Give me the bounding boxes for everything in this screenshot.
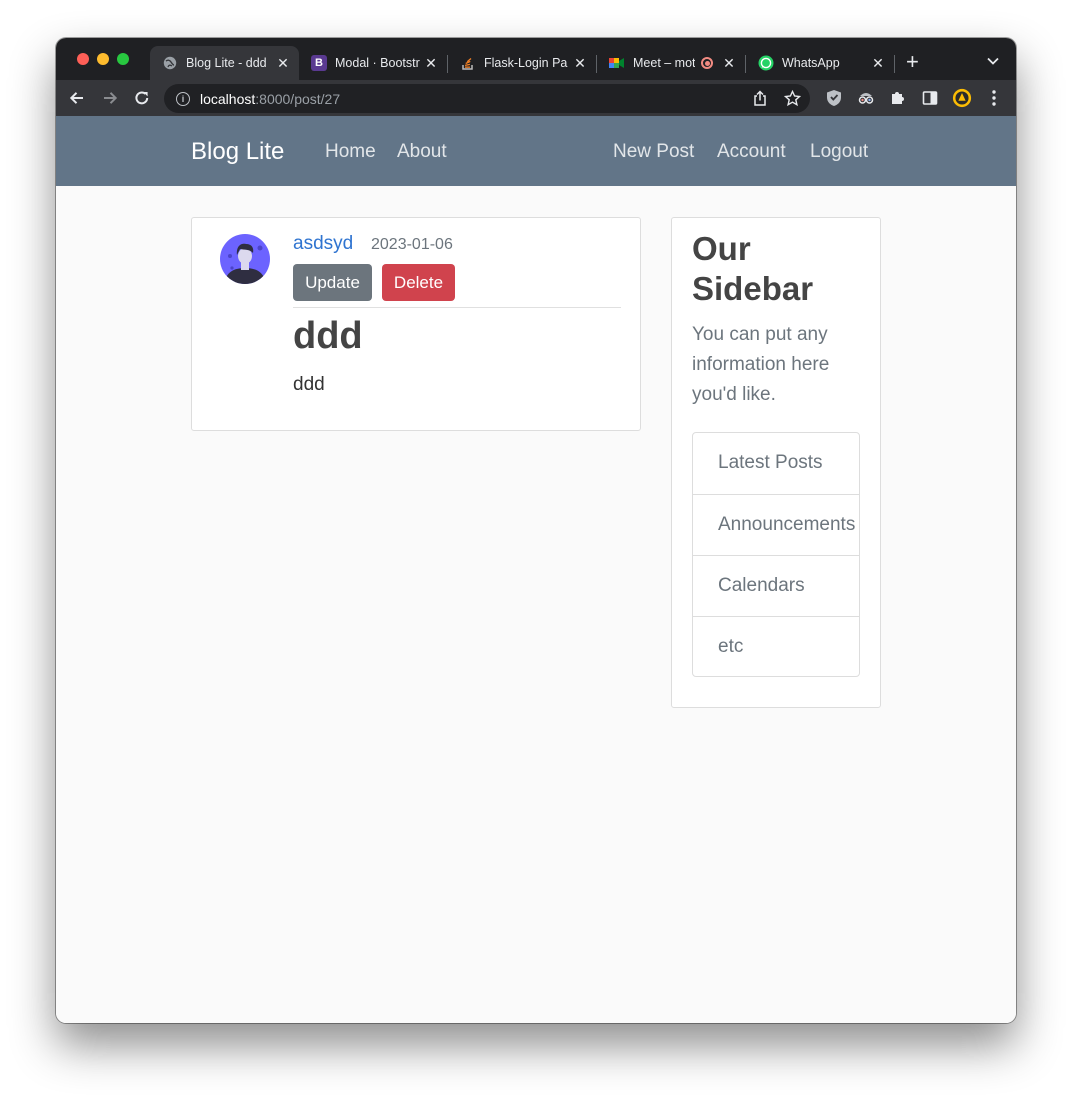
tab-title: WhatsApp [782,56,840,70]
tab-separator [894,55,895,73]
sidebar-item-latest-posts[interactable]: Latest Posts [693,433,859,494]
avatar [220,234,270,284]
whatsapp-icon [758,55,774,71]
divider [293,307,621,308]
stackoverflow-icon [460,55,476,71]
address-bar[interactable]: i localhost:8000/post/27 [164,84,810,113]
close-tab-icon[interactable]: ✕ [423,55,439,71]
tab-title: Blog Lite - ddd [186,56,267,70]
chevron-down-icon[interactable] [986,54,1000,68]
tab-blog-lite[interactable]: Blog Lite - ddd ✕ [150,46,299,80]
sidebar-item-label: Calendars [718,575,805,596]
site-navbar: Blog Lite Home About New Post Account Lo… [56,116,1016,186]
bookmark-star-icon[interactable] [783,89,802,110]
globe-icon [162,55,178,71]
spy-extension-icon[interactable] [856,88,876,108]
delete-button[interactable]: Delete [382,264,455,301]
maximize-window-button[interactable] [117,53,129,65]
sidebar-list: Latest Posts Announcements Calendars etc [692,432,860,677]
sidebar-item-label: etc [718,636,744,657]
more-menu-icon[interactable] [984,88,1004,108]
forward-arrow-icon[interactable] [99,87,121,109]
post-author-link[interactable]: asdsyd [293,233,353,255]
minimize-window-button[interactable] [97,53,109,65]
page-viewport: Blog Lite Home About New Post Account Lo… [56,116,1016,1023]
tab-whatsapp[interactable]: WhatsApp ✕ [746,46,894,80]
sidebar-title: Our Sidebar [692,230,814,307]
post-date: 2023-01-06 [371,236,453,253]
puzzle-extensions-icon[interactable] [888,88,908,108]
nav-link-logout[interactable]: Logout [810,141,868,163]
sidebar-item-label: Latest Posts [718,452,823,473]
brand-link[interactable]: Blog Lite [191,138,284,166]
url-host: localhost [200,90,256,107]
tab-strip: Blog Lite - ddd ✕ B Modal · Bootstr ✕ Fl… [56,38,1016,80]
browser-window: Blog Lite - ddd ✕ B Modal · Bootstr ✕ Fl… [56,38,1016,1023]
url-path: :8000/post/27 [255,90,341,107]
post-card: asdsyd 2023-01-06 Update Delete ddd ddd [191,217,641,431]
recording-icon [701,57,713,69]
profile-avatar-icon[interactable] [952,88,972,108]
sidebar: Our Sidebar You can put any information … [671,217,881,708]
side-panel-icon[interactable] [920,88,940,108]
close-tab-icon[interactable]: ✕ [870,55,886,71]
tab-google-meet[interactable]: Meet – mot ✕ [597,46,745,80]
back-arrow-icon[interactable] [66,87,88,109]
bootstrap-icon: B [311,55,327,71]
tab-title: Modal · Bootstr [335,56,420,70]
sidebar-item-announcements[interactable]: Announcements [693,494,859,555]
nav-link-home[interactable]: Home [325,141,376,163]
close-tab-icon[interactable]: ✕ [275,55,291,71]
sidebar-item-calendars[interactable]: Calendars [693,555,859,616]
nav-link-about[interactable]: About [397,141,447,163]
close-tab-icon[interactable]: ✕ [572,55,588,71]
share-icon[interactable] [752,90,768,110]
site-info-icon[interactable]: i [176,91,190,106]
new-tab-icon[interactable]: + [906,51,919,73]
nav-link-new-post[interactable]: New Post [613,141,694,163]
sidebar-text: You can put any information here you'd l… [692,324,830,405]
browser-toolbar: i localhost:8000/post/27 [56,80,1016,116]
update-button[interactable]: Update [293,264,372,301]
reload-icon[interactable] [131,87,153,109]
post-title: ddd [293,315,363,357]
close-window-button[interactable] [77,53,89,65]
sidebar-item-etc[interactable]: etc [693,616,859,677]
post-content: ddd [293,374,325,395]
shield-extension-icon[interactable] [824,88,844,108]
tab-modal-bootstrap[interactable]: B Modal · Bootstr ✕ [299,46,447,80]
nav-link-account[interactable]: Account [717,141,786,163]
google-meet-icon [609,55,625,71]
tab-title: Flask-Login Pa [484,56,568,70]
tab-title: Meet – mot [633,56,695,70]
sidebar-item-label: Announcements [718,514,856,535]
tab-flask-login[interactable]: Flask-Login Pa ✕ [448,46,596,80]
close-tab-icon[interactable]: ✕ [721,55,737,71]
